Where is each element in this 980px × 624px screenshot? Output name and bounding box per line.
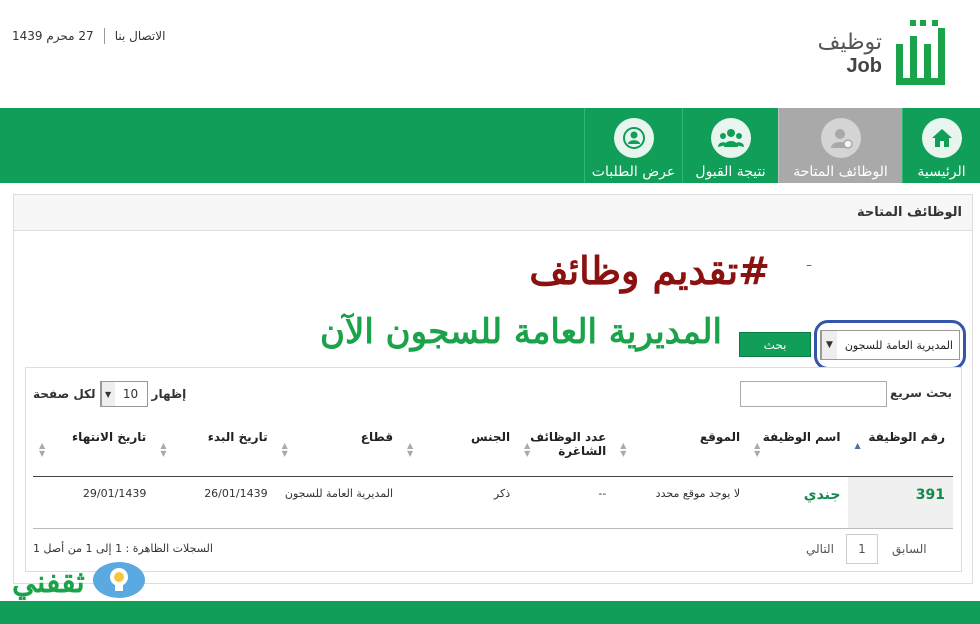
nav-item-label: نتيجة القبول (695, 164, 766, 180)
column-header-end-date[interactable]: تاريخ الانتهاء ▲ ▼ (33, 420, 155, 477)
pagination: السابق 1 التالي (806, 534, 927, 564)
page-size-control: إظهار 10 ▼ لكل صفحة (33, 381, 186, 407)
sector-select-value: المديرية العامة للسجون (844, 338, 953, 352)
logo-arabic-text: توظيف (817, 30, 882, 55)
cell-location: لا يوجد موقع محدد (614, 476, 749, 529)
overlay-dash: – (806, 258, 812, 272)
sort-icon: ▲ ▼ (754, 441, 761, 458)
column-header-gender[interactable]: الجنس ▲ ▼ (401, 420, 519, 477)
quick-search-label: بحث سريع : (881, 386, 952, 400)
cell-vacancies: -- (518, 476, 615, 529)
sort-icon: ▲ ▼ (160, 441, 167, 458)
search-button[interactable]: بحث (739, 332, 811, 357)
nav-item-label: عرض الطلبات (591, 164, 676, 180)
nav-item-label: الرئيسية (917, 164, 966, 180)
nav-item-acceptance-result[interactable]: نتيجة القبول (682, 108, 778, 183)
hijri-date: 27 محرم 1439 (12, 29, 94, 43)
chevron-down-icon: ▼ (100, 382, 115, 406)
show-label: إظهار (151, 387, 187, 401)
panel-title: الوظائف المتاحة (14, 195, 972, 231)
jobs-table: رقم الوظيفة ▲ اسم الوظيفة ▲ ▼ الموقع ▲ ▼ عدد … (33, 420, 953, 529)
cell-end-date: 29/01/1439 (33, 476, 155, 529)
footer-bar (0, 601, 980, 624)
column-header-vacancies[interactable]: عدد الوظائف الشاغرة ▲ ▼ (518, 420, 615, 477)
nav-item-view-applications[interactable]: عرض الطلبات (584, 108, 682, 183)
overlay-subheadline: المديرية العامة للسجون الآن (320, 312, 722, 352)
cell-start-date: 26/01/1439 (154, 476, 276, 529)
logo[interactable]: توظيف Job (818, 10, 962, 98)
prev-page-button[interactable]: السابق (892, 542, 927, 556)
column-header-job-number[interactable]: رقم الوظيفة ▲ (848, 420, 953, 477)
sort-icon: ▲ ▼ (620, 441, 627, 458)
table-row: 391 جندي لا يوجد موقع محدد -- ذكر المدير… (33, 476, 953, 529)
sort-icon: ▲ (854, 441, 861, 450)
sort-icon: ▲ ▼ (39, 441, 46, 458)
cell-gender: ذكر (401, 476, 519, 529)
per-page-label: لكل صفحة (33, 387, 96, 401)
home-icon (921, 118, 962, 158)
logo-mark-icon (892, 14, 962, 94)
chevron-down-icon: ▼ (821, 331, 837, 359)
page-size-value: 10 (122, 387, 139, 401)
sort-icon: ▲ ▼ (524, 441, 531, 458)
lightbulb-icon (91, 558, 147, 606)
column-header-sector[interactable]: قطاع ▲ ▼ (275, 420, 402, 477)
nav-item-home[interactable]: الرئيسية (902, 108, 980, 183)
user-icon (820, 118, 861, 158)
nav-item-available-jobs[interactable]: الوظائف المتاحة (778, 108, 902, 183)
sort-icon: ▲ ▼ (407, 441, 414, 458)
contact-link[interactable]: الاتصال بنا (115, 29, 166, 43)
current-page-button[interactable]: 1 (845, 534, 878, 564)
overlay-headline: #تقديم وظائف (529, 248, 770, 293)
header: توظيف Job الاتصال بنا 27 محرم 1439 (0, 0, 980, 108)
quick-search-input[interactable] (740, 381, 887, 407)
column-header-location[interactable]: الموقع ▲ ▼ (614, 420, 749, 477)
column-header-job-name[interactable]: اسم الوظيفة ▲ ▼ (748, 420, 849, 477)
nav-item-label: الوظائف المتاحة (793, 164, 888, 180)
watermark-text: ثقفني (12, 564, 85, 600)
group-icon (710, 118, 751, 158)
cell-job-name-link[interactable]: جندي (748, 476, 849, 529)
watermark: ثقفني (12, 558, 147, 606)
records-info: السجلات الظاهرة : 1 إلى 1 من أصل 1 (33, 542, 213, 555)
page-size-select[interactable]: 10 ▼ (99, 381, 148, 407)
column-header-start-date[interactable]: تاريخ البدء ▲ ▼ (154, 420, 276, 477)
cell-job-number: 391 (848, 476, 953, 529)
divider (103, 28, 105, 44)
top-links: الاتصال بنا 27 محرم 1439 (12, 28, 165, 44)
sort-icon: ▲ ▼ (281, 441, 288, 458)
logo-english-text: Job (846, 55, 882, 77)
applications-icon (613, 118, 654, 158)
sector-select[interactable]: المديرية العامة للسجون ▼ (820, 330, 960, 360)
main-nav: الرئيسية الوظائف المتاحة نتيجة القبول عر… (0, 108, 980, 183)
cell-sector: المديرية العامة للسجون (275, 476, 402, 529)
next-page-button[interactable]: التالي (806, 542, 834, 556)
